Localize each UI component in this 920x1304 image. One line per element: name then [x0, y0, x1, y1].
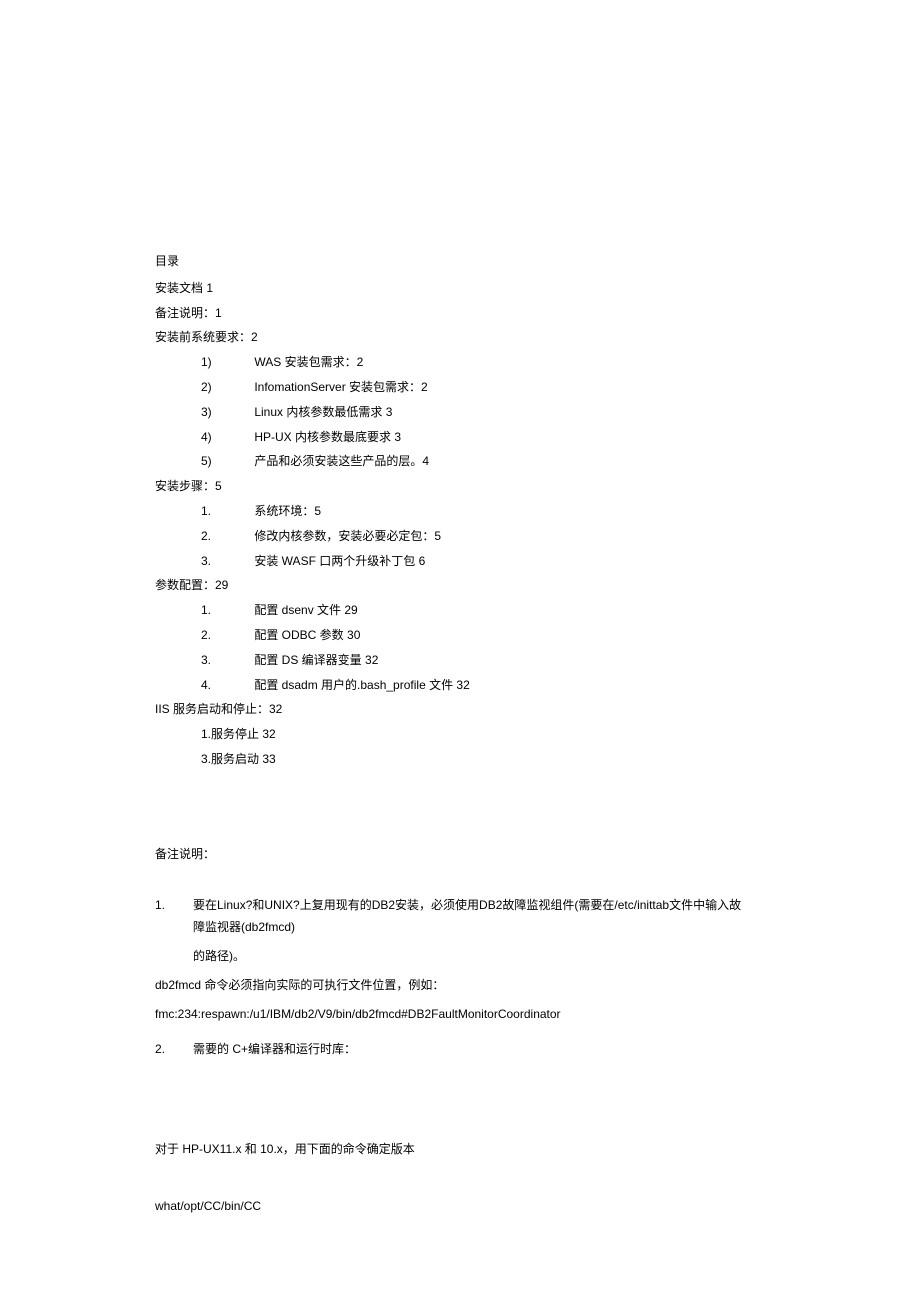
- toc-subentry: 2. 配置 ODBC 参数 30: [155, 624, 765, 647]
- toc-number: 5): [201, 450, 251, 473]
- toc-text: 修改内核参数，安装必要必定包：5: [254, 529, 441, 543]
- toc-number: 2.: [201, 624, 251, 647]
- toc-subentry: 2) InfomationServer 安装包需求：2: [155, 376, 765, 399]
- note-number: 1.: [155, 894, 193, 917]
- toc-entry: 参数配置：29: [155, 574, 765, 597]
- toc-subentry: 1. 系统环境：5: [155, 500, 765, 523]
- toc-text: 安装 WASF 口两个升级补丁包 6: [254, 554, 425, 568]
- toc-subentry: 3) Linux 内核参数最低需求 3: [155, 401, 765, 424]
- document-page: 目录 安装文档 1 备注说明：1 安装前系统要求：2 1) WAS 安装包需求：…: [0, 0, 920, 1304]
- toc-entry: IIS 服务启动和停止：32: [155, 698, 765, 721]
- toc-subentry: 5) 产品和必须安装这些产品的层。4: [155, 450, 765, 473]
- toc-number: 4): [201, 426, 251, 449]
- toc-text: 配置 dsadm 用户的.bash_profile 文件 32: [254, 678, 469, 692]
- toc-text: HP-UX 内核参数最底要求 3: [254, 430, 401, 444]
- toc-number: 3.: [201, 550, 251, 573]
- toc-subentry: 3. 安装 WASF 口两个升级补丁包 6: [155, 550, 765, 573]
- paragraph: 对于 HP-UX11.x 和 10.x，用下面的命令确定版本: [155, 1138, 765, 1161]
- toc-entry: 安装前系统要求：2: [155, 326, 765, 349]
- toc-subentry: 4) HP-UX 内核参数最底要求 3: [155, 426, 765, 449]
- note-text: 要在Linux?和UNIX?上复用现有的DB2安装，必须使用DB2故障监视组件(…: [193, 894, 753, 940]
- toc-text: Linux 内核参数最低需求 3: [254, 405, 392, 419]
- toc-heading: 目录: [155, 250, 765, 273]
- code-line: fmc:234:respawn:/u1/IBM/db2/V9/bin/db2fm…: [155, 1003, 765, 1026]
- toc-number: 1): [201, 351, 251, 374]
- code-line: what/opt/CC/bin/CC: [155, 1195, 765, 1218]
- toc-subentry: 1) WAS 安装包需求：2: [155, 351, 765, 374]
- toc-text: InfomationServer 安装包需求：2: [254, 380, 427, 394]
- toc-subentry: 3. 配置 DS 编译器变量 32: [155, 649, 765, 672]
- toc-subentry: 2. 修改内核参数，安装必要必定包：5: [155, 525, 765, 548]
- toc-number: 1.: [201, 500, 251, 523]
- toc-subentry: 4. 配置 dsadm 用户的.bash_profile 文件 32: [155, 674, 765, 697]
- toc-entry: 安装文档 1: [155, 277, 765, 300]
- toc-subentry: 1.服务停止 32: [155, 723, 765, 746]
- toc-number: 2): [201, 376, 251, 399]
- note-item: 1.要在Linux?和UNIX?上复用现有的DB2安装，必须使用DB2故障监视组…: [155, 894, 765, 940]
- notes-heading: 备注说明：: [155, 843, 765, 866]
- toc-number: 3): [201, 401, 251, 424]
- toc-entry: 备注说明：1: [155, 302, 765, 325]
- paragraph: db2fmcd 命令必须指向实际的可执行文件位置，例如：: [155, 974, 765, 997]
- toc-number: 1.: [201, 599, 251, 622]
- toc-text: 配置 dsenv 文件 29: [254, 603, 357, 617]
- toc-text: 产品和必须安装这些产品的层。4: [254, 454, 429, 468]
- toc-text: 配置 DS 编译器变量 32: [254, 653, 378, 667]
- toc-text: 系统环境：5: [254, 504, 321, 518]
- toc-number: 2.: [201, 525, 251, 548]
- note-item: 2.需要的 C+编译器和运行时库：: [155, 1038, 765, 1061]
- toc-entry: 安装步骤：5: [155, 475, 765, 498]
- toc-text: 配置 ODBC 参数 30: [254, 628, 360, 642]
- note-number: 2.: [155, 1038, 193, 1061]
- toc-number: 4.: [201, 674, 251, 697]
- note-text: 需要的 C+编译器和运行时库：: [193, 1042, 356, 1056]
- toc-subentry: 3.服务启动 33: [155, 748, 765, 771]
- toc-number: 3.: [201, 649, 251, 672]
- note-text-continued: 的路径)。: [155, 945, 765, 968]
- toc-text: WAS 安装包需求：2: [254, 355, 363, 369]
- toc-subentry: 1. 配置 dsenv 文件 29: [155, 599, 765, 622]
